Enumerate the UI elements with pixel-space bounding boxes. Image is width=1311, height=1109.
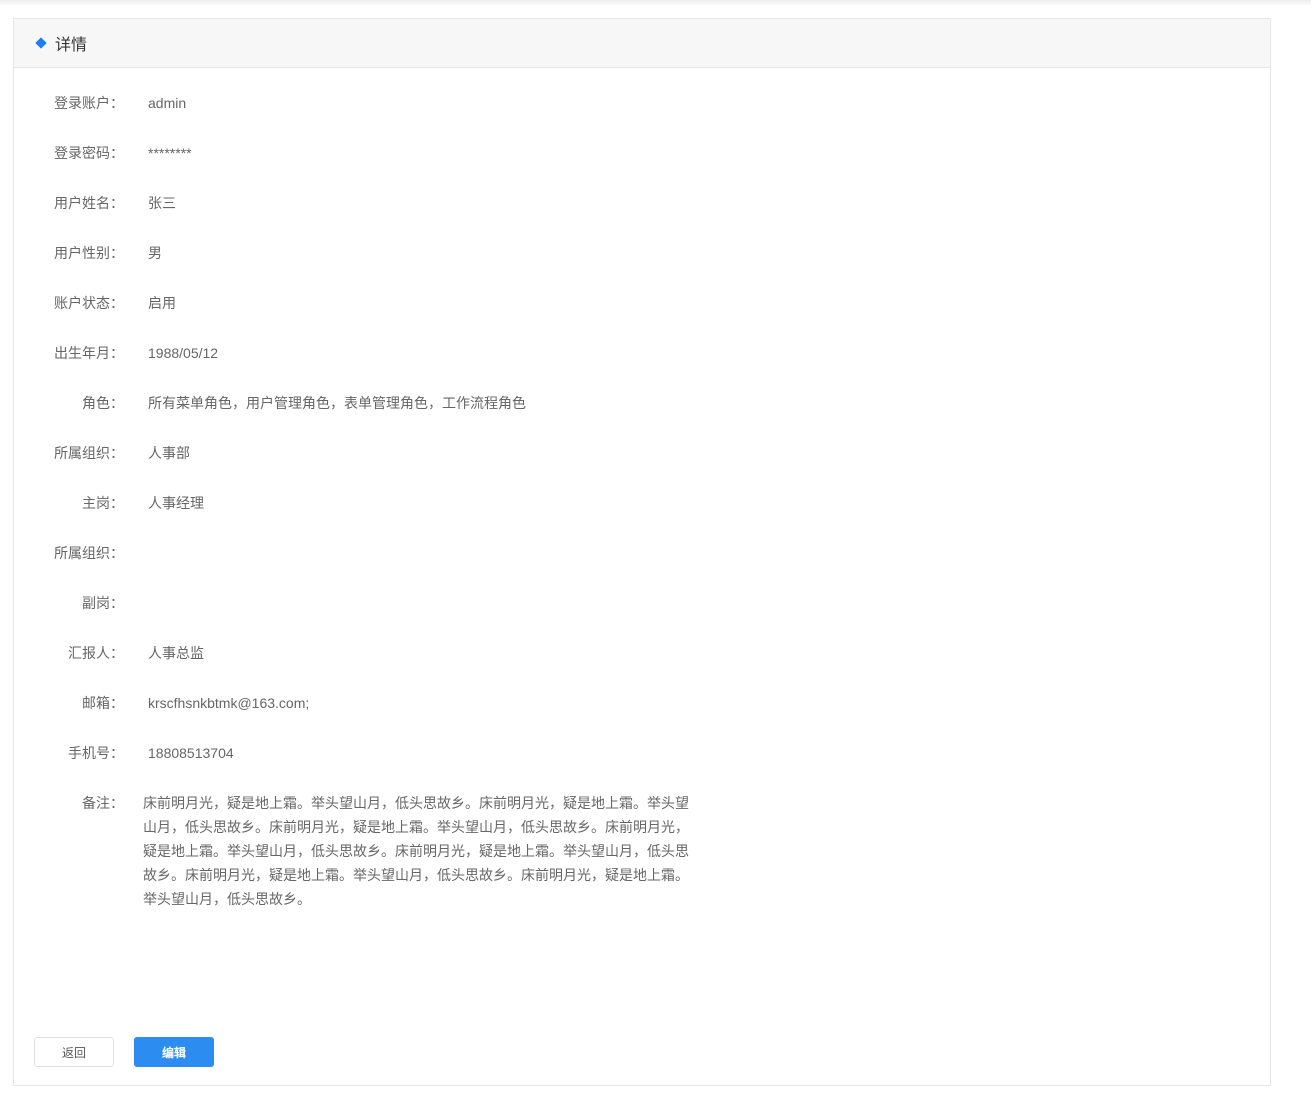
remark-text: 床前明月光，疑是地上霜。举头望山月，低头思故乡。床前明月光，疑是地上霜。举头望山…	[143, 795, 689, 907]
field-row-remark: 备注： 床前明月光，疑是地上霜。举头望山月，低头思故乡。床前明月光，疑是地上霜。…	[14, 778, 1270, 911]
field-value: 人事总监	[148, 645, 204, 661]
field-row-primary-post: 主岗： 人事经理	[14, 478, 1270, 528]
field-value: 张三	[148, 195, 176, 211]
page-title: 详情	[55, 37, 88, 54]
field-label: 角色：	[82, 395, 124, 411]
field-row-user-name: 用户姓名： 张三	[14, 178, 1270, 228]
field-label: 邮箱：	[82, 695, 124, 711]
field-value	[124, 578, 148, 593]
field-row-organization-secondary: 所属组织：	[14, 528, 1270, 578]
detail-panel: 详情 登录账户： admin 登录密码： ******** 用户姓名： 张三 用…	[13, 18, 1271, 1086]
field-label: 所属组织：	[54, 545, 124, 561]
back-button[interactable]: 返回	[34, 1037, 114, 1067]
field-label: 登录密码：	[54, 145, 124, 161]
field-label: 出生年月：	[54, 345, 124, 361]
detail-list: 登录账户： admin 登录密码： ******** 用户姓名： 张三 用户性别…	[14, 78, 1270, 911]
field-label: 所属组织：	[54, 445, 124, 461]
field-value: 所有菜单角色，用户管理角色，表单管理角色，工作流程角色	[148, 395, 526, 411]
field-row-organization: 所属组织： 人事部	[14, 428, 1270, 478]
action-bar: 返回 编辑	[34, 1037, 214, 1067]
field-label: 账户状态：	[54, 295, 124, 311]
field-label: 备注：	[82, 795, 124, 811]
field-label: 主岗：	[82, 495, 124, 511]
field-row-account-status: 账户状态： 启用	[14, 278, 1270, 328]
field-label: 用户性别：	[54, 245, 124, 261]
field-value	[124, 528, 148, 543]
field-value: ********	[148, 145, 192, 161]
field-value: admin	[148, 95, 187, 111]
field-value: krscfhsnkbtmk@163.com;	[148, 695, 310, 711]
field-row-email: 邮箱： krscfhsnkbtmk@163.com;	[14, 678, 1270, 728]
field-value: 1988/05/12	[148, 345, 219, 361]
field-value: 启用	[148, 295, 176, 311]
edit-button[interactable]: 编辑	[134, 1037, 214, 1067]
field-label: 手机号：	[68, 745, 124, 761]
field-row-birth-date: 出生年月： 1988/05/12	[14, 328, 1270, 378]
field-label: 登录账户：	[54, 95, 124, 111]
panel-header: 详情	[14, 19, 1270, 68]
field-row-login-account: 登录账户： admin	[14, 78, 1270, 128]
field-row-secondary-post: 副岗：	[14, 578, 1270, 628]
field-row-reporter: 汇报人： 人事总监	[14, 628, 1270, 678]
field-row-login-password: 登录密码： ********	[14, 128, 1270, 178]
top-shadow	[0, 0, 1311, 6]
field-label: 汇报人：	[68, 645, 124, 661]
field-row-user-gender: 用户性别： 男	[14, 228, 1270, 278]
field-value: 男	[148, 245, 162, 261]
field-label: 副岗：	[82, 595, 124, 611]
field-value: 人事部	[148, 445, 190, 461]
field-row-roles: 角色： 所有菜单角色，用户管理角色，表单管理角色，工作流程角色	[14, 378, 1270, 428]
field-row-phone: 手机号： 18808513704	[14, 728, 1270, 778]
diamond-icon	[35, 37, 47, 49]
field-value: 18808513704	[148, 745, 234, 761]
field-value: 人事经理	[148, 495, 204, 511]
field-label: 用户姓名：	[54, 195, 124, 211]
